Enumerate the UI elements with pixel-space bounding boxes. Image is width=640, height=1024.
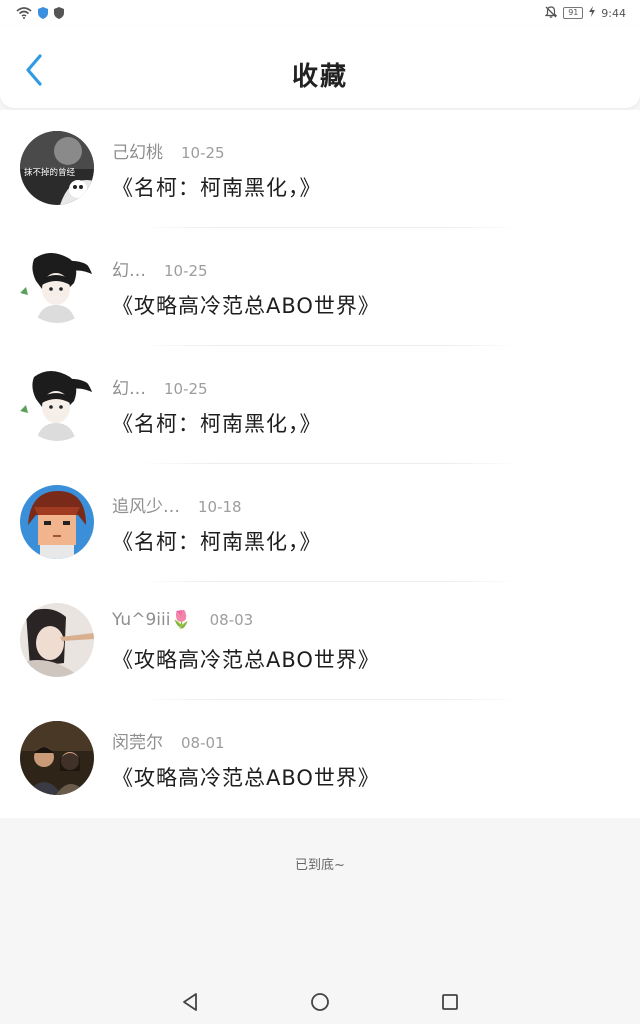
shield-icon xyxy=(38,4,48,23)
status-bar: 91 9:44 xyxy=(0,0,640,26)
author-name[interactable]: 闵莞尔 xyxy=(112,728,163,753)
end-of-list-text: 已到底~ xyxy=(295,858,345,873)
work-title[interactable]: 《名柯：柯南黑化，》 xyxy=(112,526,322,556)
date: 08-01 xyxy=(181,734,225,752)
home-circle-icon xyxy=(310,992,330,1016)
date: 10-25 xyxy=(164,380,208,398)
work-title[interactable]: 《名柯：柯南黑化，》 xyxy=(112,172,322,202)
avatar[interactable] xyxy=(20,485,94,559)
recents-square-icon xyxy=(441,993,459,1015)
author-name[interactable]: 幻… xyxy=(112,374,146,399)
security-icon xyxy=(54,4,64,23)
date: 10-25 xyxy=(164,262,208,280)
list-item[interactable]: 抹不掉的曾经 己幻桃 10-25 《名柯：柯南黑化，》 xyxy=(0,110,640,228)
author-name[interactable]: 幻… xyxy=(112,256,146,281)
list-item[interactable]: 追风少… 10-18 《名柯：柯南黑化，》 xyxy=(0,464,640,582)
avatar[interactable] xyxy=(20,367,94,441)
avatar[interactable]: 抹不掉的曾经 xyxy=(20,131,94,205)
list-item[interactable]: Yu^9iii🌷 08-03 《攻略高冷范总ABO世界》 xyxy=(0,582,640,700)
avatar[interactable] xyxy=(20,603,94,677)
favorites-list: 抹不掉的曾经 己幻桃 10-25 《名柯：柯南黑化，》 幻… 10-25 《攻略… xyxy=(0,110,640,818)
clock: 9:44 xyxy=(601,6,626,20)
charging-icon xyxy=(589,6,596,20)
nav-recents-button[interactable] xyxy=(430,984,470,1024)
author-name[interactable]: 己幻桃 xyxy=(112,138,163,163)
nav-home-button[interactable] xyxy=(300,984,340,1024)
author-name[interactable]: Yu^9iii🌷 xyxy=(112,610,192,630)
list-item[interactable]: 幻… 10-25 《名柯：柯南黑化，》 xyxy=(0,346,640,464)
list-item[interactable]: 闵莞尔 08-01 《攻略高冷范总ABO世界》 xyxy=(0,700,640,818)
work-title[interactable]: 《攻略高冷范总ABO世界》 xyxy=(112,290,380,320)
nav-back-button[interactable] xyxy=(170,984,210,1024)
list-item[interactable]: 幻… 10-25 《攻略高冷范总ABO世界》 xyxy=(0,228,640,346)
wifi-icon xyxy=(16,4,32,23)
system-nav-bar xyxy=(0,984,640,1024)
work-title[interactable]: 《攻略高冷范总ABO世界》 xyxy=(112,762,380,792)
author-name[interactable]: 追风少… xyxy=(112,492,180,517)
avatar[interactable] xyxy=(20,249,94,323)
date: 10-25 xyxy=(181,144,225,162)
avatar[interactable] xyxy=(20,721,94,795)
work-title[interactable]: 《名柯：柯南黑化，》 xyxy=(112,408,322,438)
page-title: 收藏 xyxy=(291,62,348,92)
mute-bell-icon xyxy=(544,5,558,21)
work-title[interactable]: 《攻略高冷范总ABO世界》 xyxy=(112,644,380,674)
back-triangle-icon xyxy=(181,992,199,1016)
header: 收藏 xyxy=(0,26,640,108)
battery-icon: 91 xyxy=(563,7,584,19)
date: 08-03 xyxy=(209,611,254,629)
avatar-text: 抹不掉的曾经 xyxy=(24,167,76,178)
date: 10-18 xyxy=(198,498,242,516)
